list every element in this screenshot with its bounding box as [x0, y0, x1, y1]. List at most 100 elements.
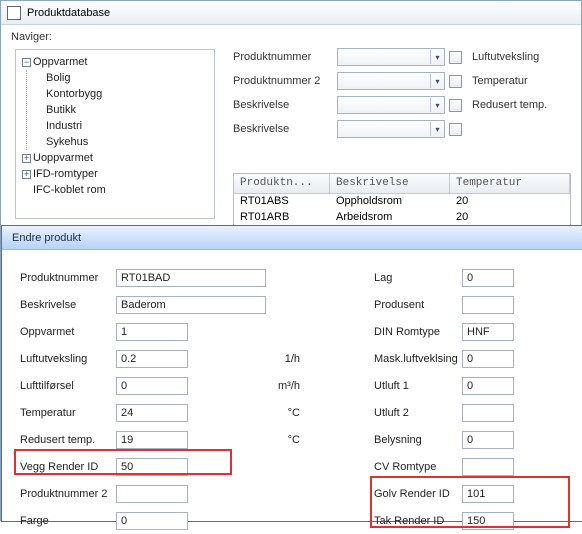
field-input[interactable]	[462, 323, 514, 341]
tree-leaf[interactable]: Butikk	[35, 102, 208, 118]
filter-checkbox[interactable]	[449, 99, 462, 112]
tree-leaf[interactable]: Kontorbygg	[35, 86, 208, 102]
tree-node-label: Oppvarmet	[33, 54, 87, 70]
field-input[interactable]	[462, 269, 514, 287]
filter-checkbox[interactable]	[449, 75, 462, 88]
field-label: Redusert temp.	[20, 434, 116, 446]
tree-leaf-label: IFC-koblet rom	[33, 182, 106, 198]
field-label: Produktnummer 2	[20, 488, 116, 500]
form-row: Lufttilførselm³/h	[20, 372, 290, 399]
field-label: Utluft 2	[374, 407, 462, 419]
field-input[interactable]	[116, 350, 188, 368]
chevron-down-icon: ▾	[430, 74, 444, 88]
unit-label: °C	[278, 407, 300, 419]
filter-checkbox[interactable]	[449, 51, 462, 64]
field-input[interactable]	[116, 323, 188, 341]
grid-col-header[interactable]: Beskrivelse	[330, 174, 450, 193]
field-input[interactable]	[462, 431, 514, 449]
tree-node[interactable]: +Uoppvarmet	[22, 150, 208, 166]
tree-leaf[interactable]: Industri	[35, 118, 208, 134]
field-input[interactable]	[462, 404, 514, 422]
collapse-icon[interactable]: −	[22, 58, 31, 67]
tree-node[interactable]: +IFD-romtyper	[22, 166, 208, 182]
field-input[interactable]	[462, 458, 514, 476]
filter-panel: Produktnummer ▾ Luftutveksling Produktnu…	[233, 45, 573, 141]
filter-combo[interactable]: ▾	[337, 120, 445, 138]
tree-leaf-label: Bolig	[46, 70, 70, 86]
form-row: Lag	[374, 264, 570, 291]
field-label: Utluft 1	[374, 380, 462, 392]
tree-leaf-label: Sykehus	[46, 134, 88, 150]
grid-row[interactable]: RT01ABS Oppholdsrom 20	[234, 194, 570, 210]
grid-row[interactable]: RT01ARB Arbeidsrom 20	[234, 210, 570, 226]
expand-icon[interactable]: +	[22, 170, 31, 179]
tree-node[interactable]: − Oppvarmet	[22, 54, 208, 70]
filter-row: Beskrivelse ▾ Redusert temp.	[233, 93, 573, 117]
field-label: Produsent	[374, 299, 462, 311]
edit-right-column: Lag Produsent DIN Romtype Mask.luftvekls​in…	[374, 264, 570, 534]
tree-leaf-label: Kontorbygg	[46, 86, 102, 102]
tree-children: Bolig Kontorbygg Butikk Industri Sykehus	[26, 70, 208, 150]
grid-col-header[interactable]: Produktn...	[234, 174, 330, 193]
grid-cell: RT01ARB	[234, 210, 330, 226]
field-input[interactable]	[116, 458, 188, 476]
field-label: DIN Romtype	[374, 326, 462, 338]
field-input[interactable]	[462, 485, 514, 503]
unit-label: °C	[278, 434, 300, 446]
filter-option-label: Temperatur	[472, 75, 528, 87]
tree-leaf[interactable]: Sykehus	[35, 134, 208, 150]
filter-checkbox[interactable]	[449, 123, 462, 136]
tree-leaf-label: Butikk	[46, 102, 76, 118]
field-input[interactable]	[462, 377, 514, 395]
field-input[interactable]	[462, 296, 514, 314]
nav-label: Naviger:	[11, 31, 52, 43]
field-input[interactable]	[116, 377, 188, 395]
main-window: Produktdatabase Naviger: − Oppvarmet Bol…	[0, 0, 582, 521]
grid-cell: 20	[450, 194, 570, 210]
field-input[interactable]	[116, 404, 188, 422]
edit-titlebar: Endre produkt	[2, 226, 582, 250]
form-row: Produktnummer	[20, 264, 290, 291]
filter-row: Produktnummer 2 ▾ Temperatur	[233, 69, 573, 93]
field-input[interactable]	[116, 269, 266, 287]
filter-label: Produktnummer	[233, 51, 333, 63]
field-input[interactable]	[116, 485, 188, 503]
field-label: Belysning	[374, 434, 462, 446]
form-row: Mask.luftvekls​ing	[374, 345, 570, 372]
filter-option-label: Redusert temp.	[472, 99, 547, 111]
filter-label: Produktnummer 2	[233, 75, 333, 87]
field-input[interactable]	[116, 296, 266, 314]
field-input[interactable]	[462, 350, 514, 368]
grid-col-header[interactable]: Temperatur	[450, 174, 570, 193]
filter-combo[interactable]: ▾	[337, 72, 445, 90]
form-row: Belysning	[374, 426, 570, 453]
field-label: Beskrivelse	[20, 299, 116, 311]
app-icon	[7, 6, 21, 20]
form-row: Utluft 2	[374, 399, 570, 426]
filter-combo[interactable]: ▾	[337, 96, 445, 114]
tree-leaf[interactable]: IFC-koblet rom	[22, 182, 208, 198]
field-label: Lufttilførsel	[20, 380, 116, 392]
filter-combo[interactable]: ▾	[337, 48, 445, 66]
edit-title-label: Endre produkt	[12, 232, 81, 244]
filter-row: Produktnummer ▾ Luftutveksling	[233, 45, 573, 69]
form-row: Beskrivelse	[20, 291, 290, 318]
expand-icon[interactable]: +	[22, 154, 31, 163]
form-row: Luftutveksling1/h	[20, 345, 290, 372]
field-input[interactable]	[116, 431, 188, 449]
upper-panel: Naviger: − Oppvarmet Bolig Kontorbygg Bu…	[1, 25, 581, 225]
field-label: Vegg Render ID	[20, 461, 116, 473]
grid-cell: Arbeidsrom	[330, 210, 450, 226]
unit-label: m³/h	[278, 380, 300, 392]
filter-label: Beskrivelse	[233, 99, 333, 111]
edit-body: Produktnummer Beskrivelse Oppvarmet Luftutv…	[2, 250, 582, 517]
edit-left-column: Produktnummer Beskrivelse Oppvarmet Luftutv…	[20, 264, 290, 534]
field-label: Oppvarmet	[20, 326, 116, 338]
filter-row: Beskrivelse ▾	[233, 117, 573, 141]
filter-label: Beskrivelse	[233, 123, 333, 135]
tree-leaf[interactable]: Bolig	[35, 70, 208, 86]
edit-window: Endre produkt Produktnummer Beskrivelse Op…	[1, 225, 582, 522]
nav-tree[interactable]: − Oppvarmet Bolig Kontorbygg Butikk Indu…	[15, 49, 215, 219]
filter-option-label: Luftutveksling	[472, 51, 539, 63]
tree-leaf-label: Industri	[46, 118, 82, 134]
